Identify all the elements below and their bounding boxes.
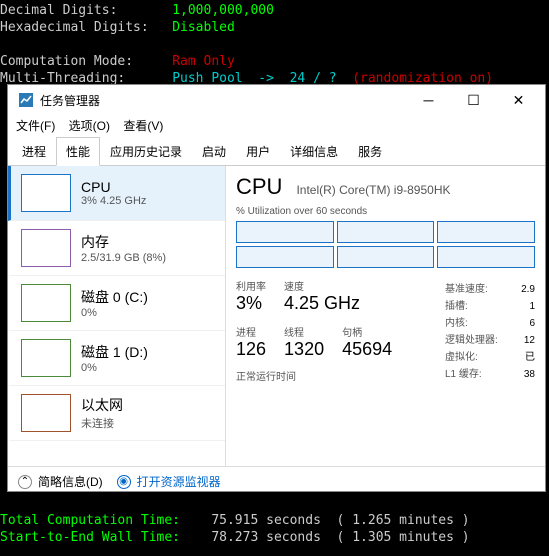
fewer-details-link[interactable]: 简略信息(D) [38,473,103,490]
core-chart [437,246,535,268]
core-chart [236,246,334,268]
terminal-output: Decimal Digits: 1,000,000,000 Hexadecima… [0,0,549,89]
info-key: 虚拟化: [445,349,478,366]
mini-chart [21,174,71,212]
stat-value: 45694 [342,339,392,360]
stat-value: 4.25 GHz [284,293,360,314]
detail-title: CPU [236,174,282,200]
sidebar-item-磁盘 1 (D:)[interactable]: 磁盘 1 (D:)0% [8,331,225,386]
tab-details[interactable]: 详细信息 [280,137,348,166]
menu-options[interactable]: 选项(O) [69,119,110,133]
core-chart [337,221,435,243]
app-icon [18,92,34,108]
stat-value: 3% [236,293,266,314]
sidebar-item-label: 磁盘 1 (D:) [81,342,148,362]
sidebar-item-sub: 0% [81,362,148,374]
info-val: 6 [529,315,535,332]
window-title: 任务管理器 [40,92,406,109]
sidebar-item-sub: 3% 4.25 GHz [81,195,146,207]
collapse-icon[interactable]: ⌃ [18,475,32,489]
info-key: 基准速度: [445,281,488,298]
cpu-info-list: 基准速度: 2.9 插槽: 1 内核: 6 逻辑处理器: 12 虚拟化: 已 L1 缓存: 38 [445,281,535,383]
tab-bar: 进程 性能 应用历史记录 启动 用户 详细信息 服务 [8,136,545,166]
cpu-model: Intel(R) Core(TM) i9-8950HK [296,183,450,197]
tab-performance[interactable]: 性能 [56,137,100,166]
stat-value: 1320 [284,339,324,360]
core-chart-grid [236,221,535,268]
info-key: L1 缓存: [445,366,482,383]
sidebar-item-CPU[interactable]: CPU3% 4.25 GHz [8,166,225,221]
info-val: 已 [525,349,535,366]
tab-users[interactable]: 用户 [236,137,280,166]
maximize-button[interactable]: ☐ [451,85,496,115]
sidebar-item-sub: 0% [81,307,148,319]
core-chart [236,221,334,243]
open-resource-monitor-link[interactable]: 打开资源监视器 [137,473,221,490]
info-val: 2.9 [521,281,535,298]
task-manager-window: 任务管理器 ─ ☐ ✕ 文件(F) 选项(O) 查看(V) 进程 性能 应用历史… [7,84,546,492]
terminal-output-bottom: Total Computation Time: 75.915 seconds (… [0,510,549,548]
info-val: 1 [529,298,535,315]
mini-chart [21,394,71,432]
stat-label: 速度 [284,278,360,293]
stat-label: 进程 [236,324,266,339]
info-key: 插槽: [445,298,468,315]
stat-label: 线程 [284,324,324,339]
stat-label: 句柄 [342,324,392,339]
stat-label: 利用率 [236,278,266,293]
close-button[interactable]: ✕ [496,85,541,115]
sidebar-item-label: 磁盘 0 (C:) [81,287,148,307]
minimize-button[interactable]: ─ [406,85,451,115]
monitor-icon[interactable]: ◉ [117,475,131,489]
tab-app-history[interactable]: 应用历史记录 [100,137,192,166]
sidebar-item-sub: 2.5/31.9 GB (8%) [81,252,166,264]
core-chart [337,246,435,268]
menu-view[interactable]: 查看(V) [123,119,163,133]
tab-services[interactable]: 服务 [348,137,392,166]
perf-sidebar: CPU3% 4.25 GHz内存2.5/31.9 GB (8%)磁盘 0 (C:… [8,166,226,466]
window-footer: ⌃ 简略信息(D) ◉ 打开资源监视器 [8,466,545,496]
mini-chart [21,229,71,267]
info-val: 12 [524,332,535,349]
mini-chart [21,284,71,322]
info-key: 逻辑处理器: [445,332,498,349]
info-val: 38 [524,366,535,383]
sidebar-item-label: 以太网 [81,395,123,415]
sidebar-item-label: 内存 [81,232,166,252]
sidebar-item-label: CPU [81,179,146,195]
sidebar-item-sub: 未连接 [81,415,123,431]
stat-value: 126 [236,339,266,360]
info-key: 内核: [445,315,468,332]
mini-chart [21,339,71,377]
titlebar[interactable]: 任务管理器 ─ ☐ ✕ [8,85,545,115]
utilization-label: % Utilization over 60 seconds [236,206,535,217]
cpu-detail-panel: CPU Intel(R) Core(TM) i9-8950HK % Utiliz… [226,166,545,466]
sidebar-item-以太网[interactable]: 以太网未连接 [8,386,225,441]
menubar: 文件(F) 选项(O) 查看(V) [8,115,545,136]
sidebar-item-内存[interactable]: 内存2.5/31.9 GB (8%) [8,221,225,276]
menu-file[interactable]: 文件(F) [16,119,55,133]
tab-startup[interactable]: 启动 [192,137,236,166]
core-chart [437,221,535,243]
sidebar-item-磁盘 0 (C:)[interactable]: 磁盘 0 (C:)0% [8,276,225,331]
tab-processes[interactable]: 进程 [12,137,56,166]
